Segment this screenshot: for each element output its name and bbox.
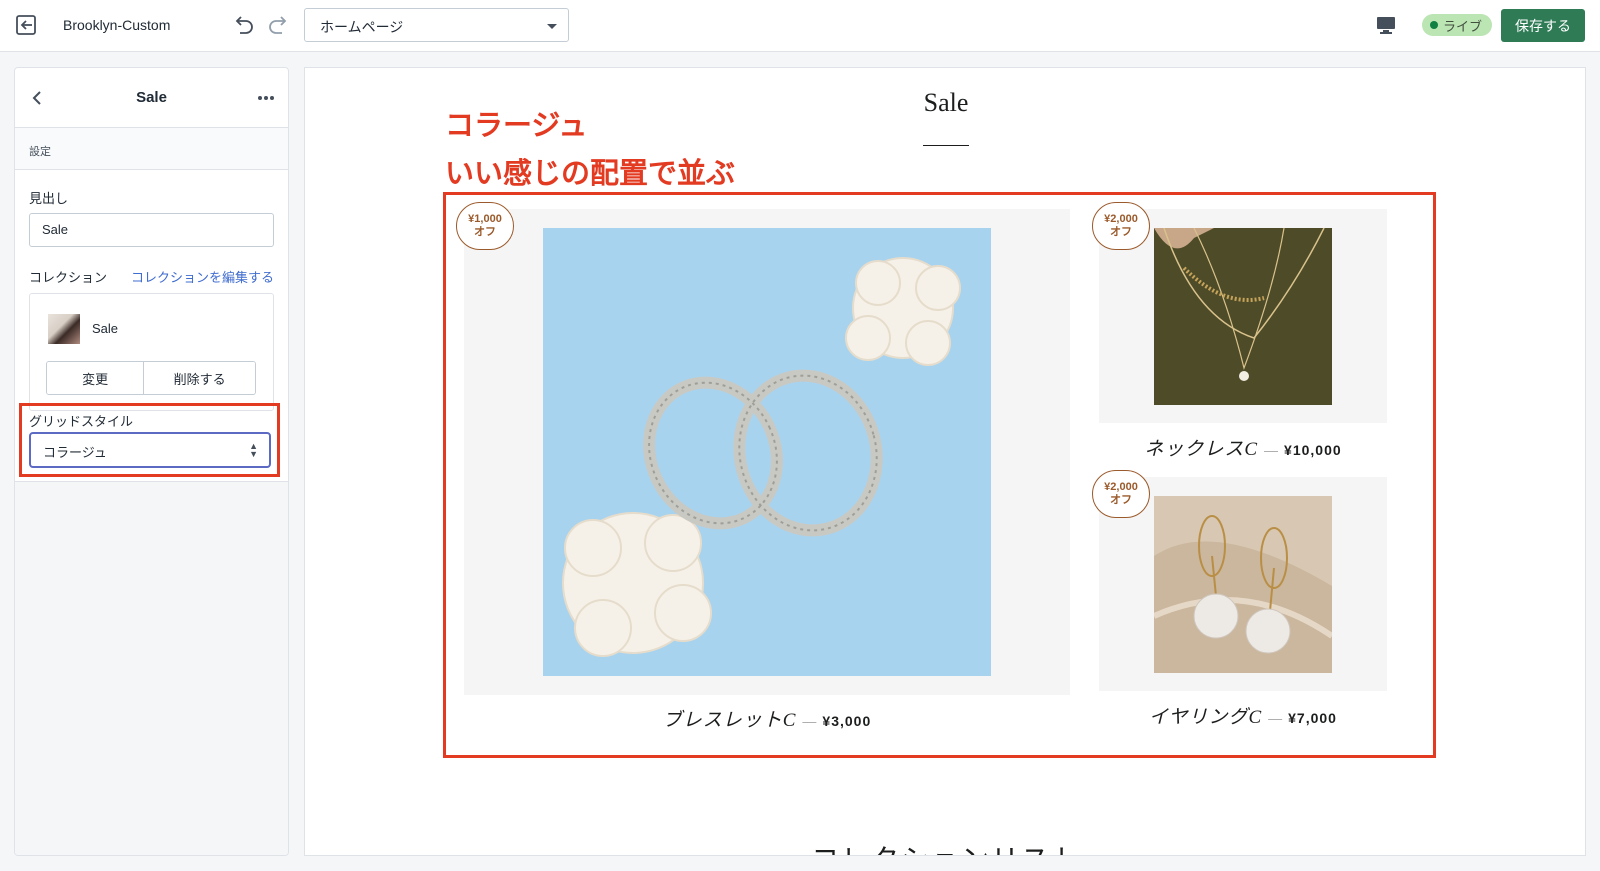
badge-suffix: オフ — [1110, 494, 1132, 506]
page-select-value: ホームページ — [320, 19, 404, 35]
title-divider — [923, 145, 969, 146]
product-caption-earrings[interactable]: イヤリングC — ¥7,000 — [1099, 702, 1387, 729]
collection-row: コレクション コレクションを編集する — [29, 267, 274, 286]
redo-icon[interactable] — [266, 12, 292, 38]
discount-badge: ¥2,000 オフ — [1092, 470, 1150, 518]
next-section-title: コレクションリスト — [305, 838, 1585, 855]
collection-button-group: 変更 削除する — [46, 361, 256, 395]
delete-collection-button[interactable]: 削除する — [143, 362, 255, 394]
product-card-bracelet[interactable] — [464, 209, 1070, 695]
badge-amount: ¥2,000 — [1104, 213, 1138, 225]
badge-suffix: オフ — [1110, 226, 1132, 238]
save-button[interactable]: 保存する — [1501, 9, 1585, 42]
grid-style-value: コラージュ — [43, 445, 107, 460]
undo-icon[interactable] — [230, 12, 256, 38]
collection-card: Sale 変更 削除する — [29, 293, 274, 411]
theme-name: Brooklyn-Custom — [63, 17, 171, 33]
annotation-title: コラージュ — [445, 108, 588, 142]
live-status-badge: ライブ — [1422, 14, 1493, 36]
caption-separator: — — [802, 713, 817, 729]
live-dot-icon — [1430, 21, 1438, 29]
sidebar-header: Sale — [15, 68, 288, 128]
chevron-down-icon — [547, 24, 557, 29]
caption-separator: — — [1268, 710, 1283, 726]
collection-name: Sale — [92, 321, 119, 336]
product-caption-bracelet[interactable]: ブレスレットC — ¥3,000 — [464, 705, 1070, 732]
product-caption-necklace[interactable]: ネックレスC — ¥10,000 — [1099, 434, 1387, 461]
live-label: ライブ — [1443, 18, 1483, 34]
exit-icon[interactable] — [14, 12, 40, 38]
discount-badge: ¥1,000 オフ — [456, 202, 514, 250]
product-price: ¥3,000 — [822, 713, 872, 729]
edit-collection-link[interactable]: コレクションを編集する — [131, 267, 274, 286]
product-price: ¥10,000 — [1284, 442, 1342, 458]
sidebar-title: Sale — [136, 89, 167, 106]
sidebar-empty-area — [15, 482, 288, 855]
badge-amount: ¥1,000 — [468, 213, 502, 225]
editor-topbar: Brooklyn-Custom ホームページ ライブ 保存する — [0, 0, 1600, 52]
discount-badge: ¥2,000 オフ — [1092, 202, 1150, 250]
grid-style-label: グリッドスタイル — [29, 414, 134, 429]
settings-section-header: 設定 — [15, 128, 288, 170]
select-arrows-icon: ▲ ▼ — [249, 441, 258, 459]
annotation-subtitle: いい感じの配置で並ぶ — [445, 156, 736, 190]
settings-sidebar: Sale 設定 見出し Sale コレクション コレクションを編集する Sale… — [14, 67, 289, 856]
earrings-image — [1154, 496, 1332, 673]
badge-suffix: オフ — [474, 226, 496, 238]
product-name: ネックレスC — [1144, 439, 1259, 460]
product-name: イヤリングC — [1149, 707, 1263, 728]
page-select[interactable]: ホームページ — [304, 8, 569, 42]
caption-separator: — — [1264, 442, 1279, 458]
store-preview: Sale コラージュ いい感じの配置で並ぶ ¥1,000 オフ ブレスレットC … — [304, 67, 1586, 856]
heading-label: 見出し — [29, 191, 69, 206]
badge-amount: ¥2,000 — [1104, 481, 1138, 493]
product-name: ブレスレットC — [662, 710, 797, 731]
product-price: ¥7,000 — [1288, 710, 1337, 726]
collection-label: コレクション — [29, 270, 108, 285]
change-collection-button[interactable]: 変更 — [47, 362, 144, 394]
heading-input[interactable]: Sale — [29, 213, 274, 247]
grid-style-select[interactable]: コラージュ ▲ ▼ — [29, 432, 271, 468]
necklace-image — [1154, 228, 1332, 405]
more-options-icon[interactable] — [256, 89, 276, 107]
bracelet-image — [543, 228, 991, 676]
desktop-preview-icon[interactable] — [1375, 14, 1397, 36]
sidebar-body: 見出し Sale コレクション コレクションを編集する Sale 変更 削除する — [15, 188, 288, 411]
collection-thumbnail — [48, 314, 80, 344]
